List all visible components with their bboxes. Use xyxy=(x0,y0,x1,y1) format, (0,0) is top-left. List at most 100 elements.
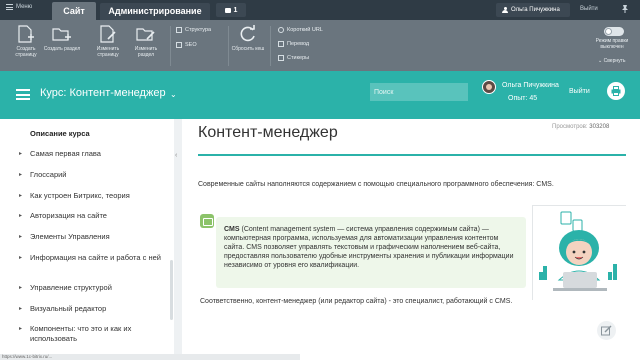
sidebar-item-label: Визуальный редактор xyxy=(30,304,107,313)
pin-icon[interactable] xyxy=(620,4,630,14)
views-counter: Просмотров: 303208 xyxy=(552,124,609,130)
edit-section-label: Изменить раздел xyxy=(134,46,158,58)
refresh-icon xyxy=(240,25,255,42)
admin-top-bar: Меню Сайт Администрирование 1 Ольга Пичу… xyxy=(0,0,640,20)
structure-label: Структура xyxy=(185,27,212,33)
link-icon xyxy=(278,27,284,33)
course-title[interactable]: Курс: Контент-менеджер xyxy=(40,87,166,99)
chevron-right-icon: ▸ xyxy=(19,255,23,261)
sidebar-item-label: Компоненты: что это и как их использоват… xyxy=(30,324,132,343)
sidebar-item-label: Авторизация на сайте xyxy=(30,211,107,220)
stickers-button[interactable]: Стикеры xyxy=(278,55,309,61)
chevron-right-icon: ▸ xyxy=(19,285,23,291)
sidebar-item-label: Глоссарий xyxy=(30,170,67,179)
create-section-label: Создать раздел xyxy=(43,46,81,52)
stickers-label: Стикеры xyxy=(287,55,310,61)
admin-menu-button[interactable]: Меню xyxy=(6,4,32,10)
course-header: Курс: Контент-менеджер ⌄ xyxy=(0,71,640,119)
sidebar-item-label: Самая первая глава xyxy=(30,149,101,158)
edit-page-label: Изменить страницу xyxy=(96,46,120,58)
chevron-right-icon: ▸ xyxy=(19,151,23,157)
paragraph-2: Соответственно, контент-менеджер (или ре… xyxy=(200,298,513,305)
cms-illustration xyxy=(532,205,627,301)
translate-label: Перевод xyxy=(287,41,310,47)
admin-toolbar: Создать страницу Создать раздел Изменить… xyxy=(0,20,640,71)
browser-status-bar: https://www.1c-bitrix.ru/... xyxy=(0,354,300,360)
experience-points: Опыт: 45 xyxy=(508,95,538,102)
structure-icon xyxy=(176,27,182,33)
sidebar-item-label: Описание курса xyxy=(30,129,90,138)
pencil-icon xyxy=(601,325,612,336)
chevron-down-icon[interactable]: ⌄ xyxy=(170,90,177,99)
admin-user-button[interactable]: Ольга Пичужкина xyxy=(496,3,570,17)
admin-menu-label: Меню xyxy=(16,4,33,10)
notification-icon xyxy=(224,7,231,13)
notifications-button[interactable]: 1 xyxy=(216,3,246,17)
views-count: 303208 xyxy=(589,124,610,130)
seo-icon xyxy=(176,42,182,48)
views-label: Просмотров: xyxy=(552,124,588,130)
seo-label: SEO xyxy=(185,42,197,48)
book-icon xyxy=(200,214,214,228)
create-section-icon xyxy=(52,28,71,41)
translate-icon xyxy=(278,41,284,47)
course-sidebar: Описание курса ▸ Самая первая глава ▸ Гл… xyxy=(0,119,174,360)
printer-icon xyxy=(611,86,621,96)
edit-page-button[interactable]: Изменить страницу xyxy=(88,24,128,58)
header-user-name[interactable]: Ольга Пичужкина xyxy=(502,82,559,89)
edit-section-icon xyxy=(136,28,155,41)
collapse-label: Свернуть xyxy=(603,58,626,64)
sidebar-scrollbar[interactable] xyxy=(170,260,173,320)
toggle-knob xyxy=(605,28,612,35)
print-button[interactable] xyxy=(607,82,625,100)
admin-logout-link[interactable]: Выйти xyxy=(580,6,598,12)
translate-button[interactable]: Перевод xyxy=(278,41,309,47)
edit-section-button[interactable]: Изменить раздел xyxy=(126,24,166,58)
create-page-button[interactable]: Создать страницу xyxy=(6,24,46,58)
avatar[interactable] xyxy=(482,80,496,94)
menu-icon xyxy=(6,4,13,10)
admin-user-name: Ольга Пичужкина xyxy=(511,7,560,13)
tab-administration[interactable]: Администрирование xyxy=(100,3,210,20)
chevron-right-icon: ▸ xyxy=(19,213,23,219)
girl-at-laptop-illustration xyxy=(533,206,627,301)
toolbar-divider xyxy=(170,26,171,66)
chevron-right-icon: ▸ xyxy=(19,193,23,199)
header-logout-link[interactable]: Выйти xyxy=(569,88,590,95)
note-body: (Content management system — система упр… xyxy=(224,226,514,269)
sticker-icon xyxy=(278,55,284,61)
sidebar-collapse-chevron-icon[interactable]: ‹ xyxy=(175,152,177,159)
title-accent-line xyxy=(198,154,626,156)
chevron-right-icon: ▸ xyxy=(19,172,23,178)
chevron-right-icon: ▸ xyxy=(19,306,23,312)
note-text: CMS (Content management system — система… xyxy=(224,225,520,270)
page-title: Контент-менеджер xyxy=(198,124,338,141)
user-icon xyxy=(502,7,508,13)
create-page-icon xyxy=(18,25,34,43)
reset-cache-label: Сбросить кеш xyxy=(231,46,265,52)
structure-button[interactable]: Структура xyxy=(176,27,211,33)
hamburger-menu-icon[interactable] xyxy=(16,89,30,100)
collapse-toolbar-button[interactable]: ⌄ Свернуть xyxy=(598,58,626,64)
notifications-count: 1 xyxy=(233,6,238,14)
edit-page-icon xyxy=(100,25,116,43)
create-page-label: Создать страницу xyxy=(15,46,37,58)
intro-paragraph: Современные сайты наполняются содержание… xyxy=(198,181,554,188)
chevron-right-icon: ▸ xyxy=(19,326,23,332)
sidebar-item-label: Элементы Управления xyxy=(30,232,110,241)
create-section-button[interactable]: Создать раздел xyxy=(42,24,82,52)
sidebar-item-label: Управление структурой xyxy=(30,283,112,292)
sidebar-item-label: Как устроен Битрикс, теория xyxy=(30,191,130,200)
note-term: CMS xyxy=(224,226,240,233)
toolbar-divider xyxy=(270,26,271,66)
search-input[interactable] xyxy=(370,83,468,101)
chevron-right-icon: ▸ xyxy=(19,234,23,240)
edit-mode-label: Режим правки выключен xyxy=(595,38,629,50)
tab-site[interactable]: Сайт xyxy=(52,2,96,20)
reset-cache-button[interactable]: Сбросить кеш xyxy=(228,24,268,52)
sidebar-item-label: Информация на сайте и работа с ней xyxy=(30,253,161,262)
seo-button[interactable]: SEO xyxy=(176,42,197,48)
edit-note-button[interactable] xyxy=(597,321,616,340)
short-url-button[interactable]: Короткий URL xyxy=(278,27,323,33)
edit-mode-toggle[interactable] xyxy=(604,27,624,36)
